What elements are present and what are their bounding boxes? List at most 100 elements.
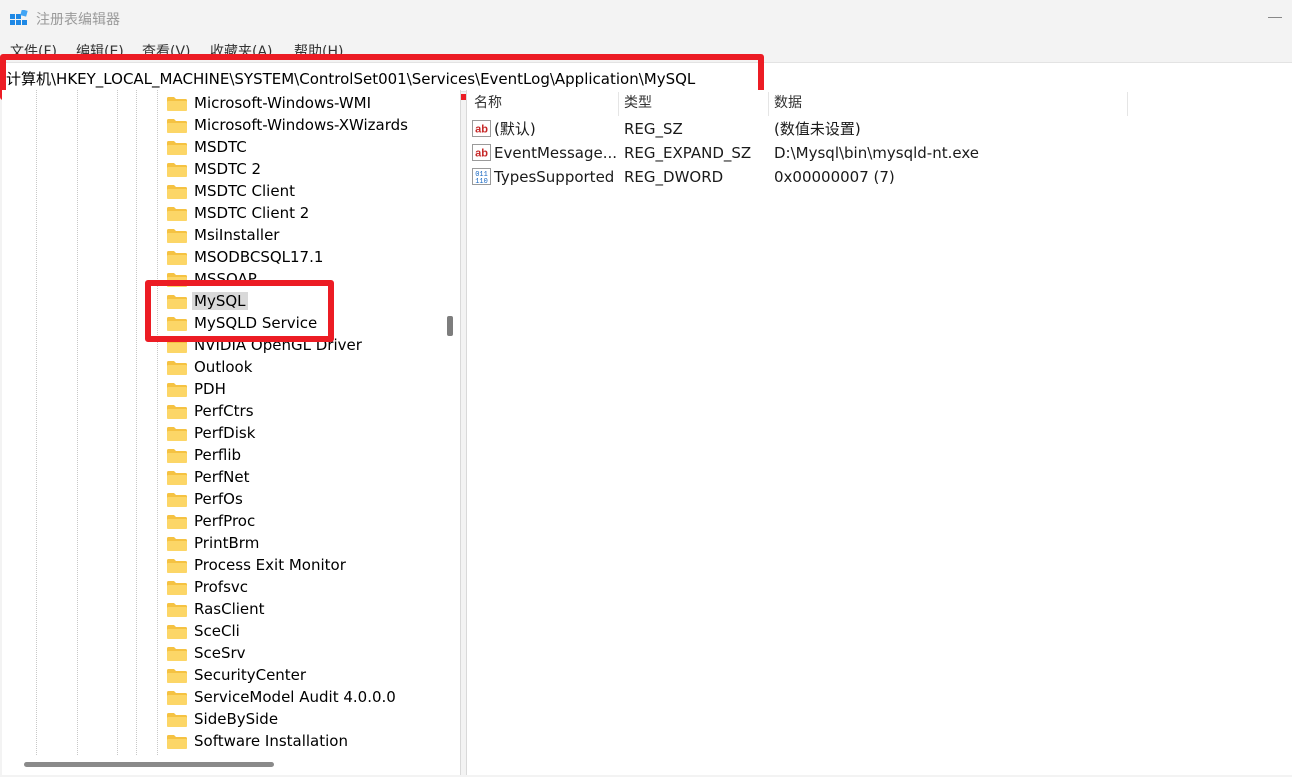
folder-icon <box>167 493 187 507</box>
value-data: (数值未设置) <box>774 120 861 138</box>
tree-item[interactable]: MsiInstaller <box>164 224 410 246</box>
folder-icon <box>167 163 187 177</box>
folder-icon <box>167 537 187 551</box>
tree-item-label: MSDTC Client <box>194 182 295 200</box>
tree-item[interactable]: SceCli <box>164 620 410 642</box>
tree-item-label: PerfOs <box>194 490 243 508</box>
svg-text:ab: ab <box>475 124 488 136</box>
tree-guide-line <box>136 90 137 755</box>
tree-item[interactable]: PerfNet <box>164 466 410 488</box>
folder-icon <box>167 229 187 243</box>
tree-item[interactable]: Software Installation <box>164 730 410 752</box>
value-row[interactable]: 011 110 TypesSupported REG_DWORD 0x00000007 … <box>467 165 1292 189</box>
tree-item[interactable]: ServiceModel Audit 4.0.0.0 <box>164 686 410 708</box>
tree-item-label: Perflib <box>194 446 242 464</box>
tree-item[interactable]: PerfProc <box>164 510 410 532</box>
binary-value-icon: 011110 <box>472 168 491 185</box>
tree-item[interactable]: SecurityCenter <box>164 664 410 686</box>
folder-icon <box>167 97 187 111</box>
tree-item-label: SideBySide <box>194 710 279 728</box>
tree-item-label: PerfProc <box>194 512 256 530</box>
string-value-icon: ab <box>472 120 491 137</box>
tree-item[interactable]: PDH <box>164 378 410 400</box>
value-row[interactable]: ab (默认) REG_SZ (数值未设置) <box>467 117 1292 141</box>
folder-icon <box>167 647 187 661</box>
folder-icon <box>167 735 187 749</box>
value-type: REG_SZ <box>624 120 683 138</box>
tree-item[interactable]: SideBySide <box>164 708 410 730</box>
tree-item[interactable]: MSDTC 2 <box>164 158 410 180</box>
folder-icon <box>167 559 187 573</box>
tree-item-label: PrintBrm <box>194 534 260 552</box>
tree-item[interactable]: Microsoft-Windows-WMI <box>164 92 410 114</box>
tree-item[interactable]: MSDTC <box>164 136 410 158</box>
folder-icon <box>167 207 187 221</box>
column-divider[interactable] <box>618 92 619 116</box>
tree-item[interactable]: Perflib <box>164 444 410 466</box>
values-pane[interactable]: 名称 类型 数据 ab (默认) REG_SZ (数值未设置) ab EventMessa… <box>466 90 1292 775</box>
tree-item-label: Microsoft-Windows-WMI <box>194 94 372 112</box>
string-value-icon: ab <box>472 144 491 161</box>
tree-item[interactable]: PrintBrm <box>164 532 410 554</box>
folder-icon <box>167 119 187 133</box>
folder-icon <box>167 669 187 683</box>
minimize-button[interactable] <box>1268 17 1282 18</box>
tree-guide-line <box>36 90 37 755</box>
value-data: 0x00000007 (7) <box>774 168 895 186</box>
folder-icon <box>167 361 187 375</box>
tree-item[interactable]: PerfDisk <box>164 422 410 444</box>
tree-item-label: SecurityCenter <box>194 666 307 684</box>
tree-list: Microsoft-Windows-WMI Microsoft-Windows-X… <box>164 92 410 752</box>
value-data: D:\Mysql\bin\mysqld-nt.exe <box>774 144 979 162</box>
window-title: 注册表编辑器 <box>36 12 120 28</box>
tree-item-label: MSDTC 2 <box>194 160 262 178</box>
tree-item[interactable]: Outlook <box>164 356 410 378</box>
folder-icon <box>167 427 187 441</box>
value-row[interactable]: ab EventMessage... REG_EXPAND_SZ D:\Mysql\b… <box>467 141 1292 165</box>
column-header-name[interactable]: 名称 <box>474 90 502 116</box>
folder-icon <box>167 515 187 529</box>
tree-item[interactable]: Process Exit Monitor <box>164 554 410 576</box>
value-name: EventMessage... <box>494 144 618 162</box>
svg-text:110: 110 <box>475 178 488 185</box>
tree-item-label: MsiInstaller <box>194 226 280 244</box>
folder-icon <box>167 471 187 485</box>
tree-item-label: MSDTC Client 2 <box>194 204 310 222</box>
tree-item-label: Software Installation <box>194 732 348 750</box>
key-tree-pane[interactable]: Microsoft-Windows-WMI Microsoft-Windows-X… <box>2 90 461 775</box>
tree-item[interactable]: MSDTC Client <box>164 180 410 202</box>
tree-item[interactable]: Profsvc <box>164 576 410 598</box>
mysql-highlight-box <box>145 280 334 342</box>
title-bar: 注册表编辑器 <box>0 0 1292 38</box>
folder-icon <box>167 185 187 199</box>
tree-item-label: RasClient <box>194 600 265 618</box>
folder-icon <box>167 383 187 397</box>
tree-item-label: Process Exit Monitor <box>194 556 346 574</box>
folder-icon <box>167 141 187 155</box>
tree-item[interactable]: MSODBCSQL17.1 <box>164 246 410 268</box>
column-divider[interactable] <box>768 92 769 116</box>
tree-item-label: PerfNet <box>194 468 250 486</box>
tree-item[interactable]: Microsoft-Windows-XWizards <box>164 114 410 136</box>
tree-item[interactable]: PerfCtrs <box>164 400 410 422</box>
column-header-data[interactable]: 数据 <box>774 90 802 116</box>
regedit-app-icon <box>10 10 28 25</box>
tree-item[interactable]: SceSrv <box>164 642 410 664</box>
tree-item-label: PerfDisk <box>194 424 256 442</box>
folder-icon <box>167 691 187 705</box>
column-header-type[interactable]: 类型 <box>624 90 652 116</box>
column-divider[interactable] <box>1127 92 1128 116</box>
value-type: REG_DWORD <box>624 168 724 186</box>
tree-item[interactable]: RasClient <box>164 598 410 620</box>
tree-item-label: MSDTC <box>194 138 247 156</box>
value-type: REG_EXPAND_SZ <box>624 144 752 162</box>
tree-guide-line <box>157 90 158 755</box>
tree-item-label: SceCli <box>194 622 240 640</box>
tree-item-label: MSODBCSQL17.1 <box>194 248 324 266</box>
value-name: TypesSupported <box>494 168 615 186</box>
folder-icon <box>167 603 187 617</box>
tree-item[interactable]: MSDTC Client 2 <box>164 202 410 224</box>
tree-vertical-scrollbar[interactable] <box>447 316 453 336</box>
tree-horizontal-scrollbar[interactable] <box>24 762 274 767</box>
tree-item[interactable]: PerfOs <box>164 488 410 510</box>
